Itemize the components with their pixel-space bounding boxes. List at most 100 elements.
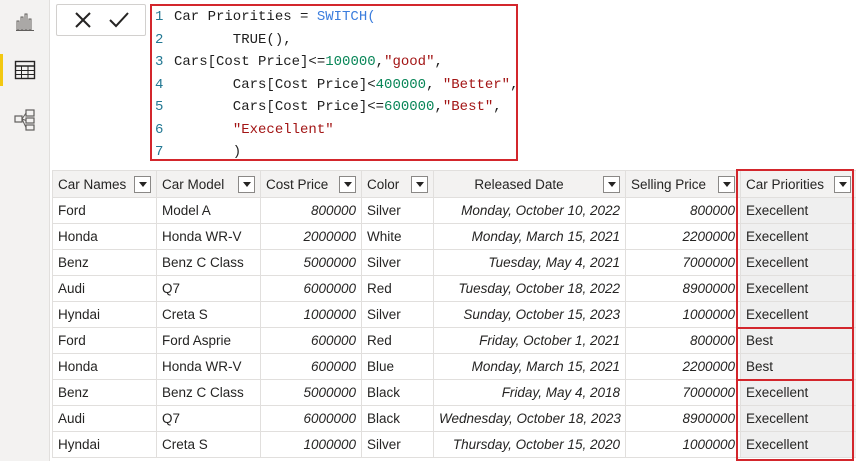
cell-car-names[interactable]: Hyndai — [52, 301, 157, 328]
cell-cost-price[interactable]: 600000 — [260, 353, 362, 380]
cell-selling-price[interactable]: 2200000 — [625, 223, 741, 250]
cell-cost-price[interactable]: 5000000 — [260, 379, 362, 406]
cell-car-priorities[interactable]: Best — [740, 353, 856, 380]
cell-selling-price[interactable]: 800000 — [625, 327, 741, 354]
cancel-formula-button[interactable] — [68, 6, 98, 34]
column-header-cost-price[interactable]: Cost Price — [260, 170, 362, 198]
cell-cost-price[interactable]: 600000 — [260, 327, 362, 354]
filter-dropdown-icon[interactable] — [834, 175, 851, 193]
filter-dropdown-icon[interactable] — [718, 175, 735, 193]
cell-selling-price[interactable]: 7000000 — [625, 379, 741, 406]
cell-car-model[interactable]: Honda WR-V — [156, 353, 261, 380]
table-row[interactable]: Audi Q7 6000000 Red Tuesday, October 18, 202… — [52, 275, 856, 302]
table-row[interactable]: Honda Honda WR-V 600000 Blue Monday, March 1… — [52, 353, 856, 380]
cell-car-model[interactable]: Creta S — [156, 301, 261, 328]
cell-cost-price[interactable]: 1000000 — [260, 301, 362, 328]
cell-car-priorities[interactable]: Execellent — [740, 301, 856, 328]
cell-car-model[interactable]: Model A — [156, 197, 261, 224]
cell-selling-price[interactable]: 8900000 — [625, 405, 741, 432]
cell-car-names[interactable]: Benz — [52, 249, 157, 276]
cell-car-names[interactable]: Benz — [52, 379, 157, 406]
filter-dropdown-icon[interactable] — [411, 175, 428, 193]
cell-color[interactable]: White — [361, 223, 434, 250]
table-row[interactable]: Benz Benz C Class 5000000 Black Friday, May … — [52, 379, 856, 406]
commit-formula-button[interactable] — [104, 6, 134, 34]
cell-car-model[interactable]: Creta S — [156, 431, 261, 458]
cell-color[interactable]: Silver — [361, 197, 434, 224]
column-header-car-model[interactable]: Car Model — [156, 170, 261, 198]
table-row[interactable]: Hyndai Creta S 1000000 Silver Thursday, Octo… — [52, 431, 856, 458]
cell-released-date[interactable]: Thursday, October 15, 2020 — [433, 431, 626, 458]
model-view-button[interactable] — [0, 100, 50, 140]
cell-car-names[interactable]: Ford — [52, 197, 157, 224]
cell-car-priorities[interactable]: Execellent — [740, 431, 856, 458]
cell-car-model[interactable]: Benz C Class — [156, 379, 261, 406]
column-header-selling-price[interactable]: Selling Price — [625, 170, 741, 198]
column-header-color[interactable]: Color — [361, 170, 434, 198]
cell-color[interactable]: Black — [361, 379, 434, 406]
cell-car-priorities[interactable]: Execellent — [740, 275, 856, 302]
cell-cost-price[interactable]: 800000 — [260, 197, 362, 224]
filter-dropdown-icon[interactable] — [603, 175, 620, 193]
cell-car-priorities[interactable]: Execellent — [740, 197, 856, 224]
cell-cost-price[interactable]: 6000000 — [260, 275, 362, 302]
table-row[interactable]: Hyndai Creta S 1000000 Silver Sunday, Octobe… — [52, 301, 856, 328]
cell-color[interactable]: Silver — [361, 249, 434, 276]
cell-car-priorities[interactable]: Execellent — [740, 405, 856, 432]
cell-released-date[interactable]: Monday, October 10, 2022 — [433, 197, 626, 224]
cell-car-model[interactable]: Benz C Class — [156, 249, 261, 276]
report-view-button[interactable] — [0, 2, 50, 42]
cell-cost-price[interactable]: 1000000 — [260, 431, 362, 458]
cell-cost-price[interactable]: 5000000 — [260, 249, 362, 276]
cell-released-date[interactable]: Monday, March 15, 2021 — [433, 223, 626, 250]
column-header-car-names[interactable]: Car Names — [52, 170, 157, 198]
filter-dropdown-icon[interactable] — [134, 175, 151, 193]
cell-color[interactable]: Silver — [361, 431, 434, 458]
cell-color[interactable]: Black — [361, 405, 434, 432]
cell-selling-price[interactable]: 8900000 — [625, 275, 741, 302]
cell-car-names[interactable]: Honda — [52, 353, 157, 380]
table-row[interactable]: Ford Ford Asprie 600000 Red Friday, October … — [52, 327, 856, 354]
cell-color[interactable]: Silver — [361, 301, 434, 328]
table-row[interactable]: Audi Q7 6000000 Black Wednesday, October 18,… — [52, 405, 856, 432]
cell-car-names[interactable]: Audi — [52, 275, 157, 302]
table-row[interactable]: Ford Model A 800000 Silver Monday, October 1… — [52, 197, 856, 224]
cell-released-date[interactable]: Wednesday, October 18, 2023 — [433, 405, 626, 432]
cell-car-names[interactable]: Ford — [52, 327, 157, 354]
cell-released-date[interactable]: Friday, October 1, 2021 — [433, 327, 626, 354]
cell-cost-price[interactable]: 2000000 — [260, 223, 362, 250]
table-row[interactable]: Honda Honda WR-V 2000000 White Monday, March… — [52, 223, 856, 250]
filter-dropdown-icon[interactable] — [238, 175, 255, 193]
cell-car-priorities[interactable]: Execellent — [740, 223, 856, 250]
cell-car-names[interactable]: Audi — [52, 405, 157, 432]
table-view-button[interactable] — [0, 50, 50, 90]
cell-selling-price[interactable]: 7000000 — [625, 249, 741, 276]
column-header-released-date[interactable]: Released Date — [433, 170, 626, 198]
filter-dropdown-icon[interactable] — [339, 175, 356, 193]
cell-released-date[interactable]: Friday, May 4, 2018 — [433, 379, 626, 406]
cell-car-names[interactable]: Honda — [52, 223, 157, 250]
cell-selling-price[interactable]: 1000000 — [625, 431, 741, 458]
cell-cost-price[interactable]: 6000000 — [260, 405, 362, 432]
cell-car-model[interactable]: Ford Asprie — [156, 327, 261, 354]
table-row[interactable]: Benz Benz C Class 5000000 Silver Tuesday, Ma… — [52, 249, 856, 276]
cell-released-date[interactable]: Tuesday, October 18, 2022 — [433, 275, 626, 302]
cell-color[interactable]: Red — [361, 327, 434, 354]
cell-car-model[interactable]: Honda WR-V — [156, 223, 261, 250]
cell-car-model[interactable]: Q7 — [156, 405, 261, 432]
cell-selling-price[interactable]: 2200000 — [625, 353, 741, 380]
column-header-car-priorities[interactable]: Car Priorities — [740, 170, 856, 198]
cell-color[interactable]: Red — [361, 275, 434, 302]
cell-released-date[interactable]: Tuesday, May 4, 2021 — [433, 249, 626, 276]
cell-selling-price[interactable]: 1000000 — [625, 301, 741, 328]
dax-formula-editor[interactable]: 1 Car Priorities = SWITCH(2 TRUE(), 3 Cars[… — [150, 4, 518, 161]
cell-selling-price[interactable]: 800000 — [625, 197, 741, 224]
cell-car-model[interactable]: Q7 — [156, 275, 261, 302]
cell-car-names[interactable]: Hyndai — [52, 431, 157, 458]
cell-car-priorities[interactable]: Execellent — [740, 379, 856, 406]
cell-released-date[interactable]: Sunday, October 15, 2023 — [433, 301, 626, 328]
cell-car-priorities[interactable]: Execellent — [740, 249, 856, 276]
cell-car-priorities[interactable]: Best — [740, 327, 856, 354]
cell-color[interactable]: Blue — [361, 353, 434, 380]
cell-released-date[interactable]: Monday, March 15, 2021 — [433, 353, 626, 380]
